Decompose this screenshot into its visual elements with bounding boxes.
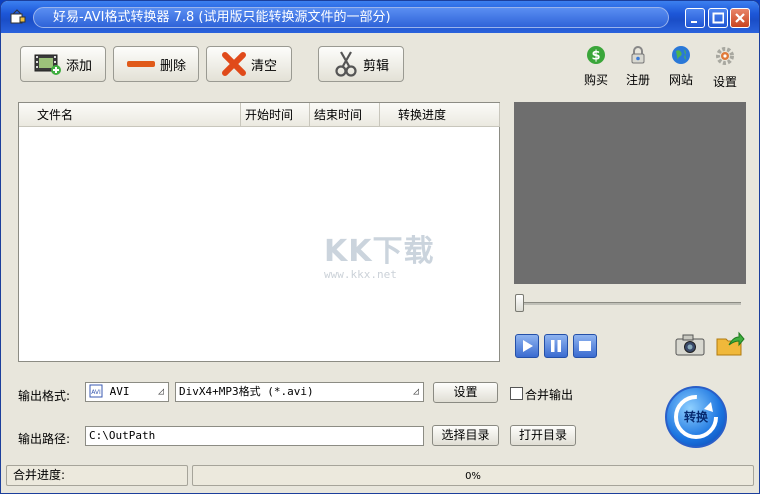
dropdown-arrow-icon: ◿	[412, 386, 419, 397]
stop-button[interactable]	[573, 334, 597, 358]
format-value: AVI	[109, 385, 130, 398]
buy-label: 购买	[583, 73, 608, 87]
delete-label: 删除	[159, 58, 186, 74]
merge-output-label: 合并输出	[525, 388, 574, 402]
title-bar[interactable]: 好易-AVI格式转换器 7.8 (试用版只能转换源文件的一部分)	[1, 1, 759, 33]
minimize-button[interactable]	[685, 8, 705, 28]
avi-file-icon: AVI	[89, 384, 103, 398]
website-label: 网站	[668, 73, 693, 87]
settings-label: 设置	[712, 75, 737, 89]
settings-button[interactable]: 设置	[708, 45, 742, 90]
stop-icon	[579, 341, 591, 351]
column-start-time[interactable]: 开始时间	[241, 103, 310, 127]
output-format-label: 输出格式:	[18, 389, 71, 403]
scissors-icon	[335, 51, 357, 77]
convert-button[interactable]: 转换	[665, 386, 727, 448]
close-button[interactable]	[730, 8, 750, 28]
window-title: 好易-AVI格式转换器 7.8 (试用版只能转换源文件的一部分)	[53, 10, 391, 25]
play-icon	[523, 340, 533, 352]
watermark: KK下载 www.kkx.net	[324, 226, 435, 281]
gear-icon	[716, 47, 734, 65]
watermark-brand: KK下载	[324, 234, 435, 269]
progress-bar: 0%	[192, 465, 754, 486]
film-add-icon	[34, 54, 61, 75]
merge-progress-label: 合并进度:	[6, 465, 188, 486]
open-dir-button[interactable]: 打开目录	[510, 425, 576, 446]
snapshot-button[interactable]	[675, 333, 705, 360]
column-progress[interactable]: 转换进度	[380, 103, 500, 127]
column-end-time[interactable]: 结束时间	[310, 103, 380, 127]
add-label: 添加	[65, 58, 92, 74]
close-icon	[735, 13, 745, 23]
seek-slider-track[interactable]	[515, 302, 741, 305]
output-path-input[interactable]: C:\OutPath	[85, 426, 424, 446]
choose-dir-button[interactable]: 选择目录	[432, 425, 499, 446]
camera-icon	[675, 334, 705, 356]
buy-button[interactable]: $ 购买	[579, 45, 613, 88]
column-filename[interactable]: 文件名	[19, 103, 241, 127]
minimize-icon	[691, 21, 697, 23]
lock-icon	[631, 46, 645, 64]
dropdown-arrow-icon: ◿	[157, 386, 164, 397]
clear-button[interactable]: 清空	[206, 46, 292, 82]
format-combo[interactable]: AVI AVI ◿	[85, 382, 169, 402]
register-button[interactable]: 注册	[621, 45, 655, 88]
svg-text:AVI: AVI	[91, 389, 101, 396]
progress-text: 0%	[465, 471, 481, 482]
x-icon	[221, 52, 246, 76]
add-button[interactable]: 添加	[20, 46, 106, 82]
file-list-header: 文件名 开始时间 结束时间 转换进度	[19, 103, 500, 127]
format-desc-combo[interactable]: DivX4+MP3格式 (*.avi) ◿	[175, 382, 424, 402]
format-desc: DivX4+MP3格式 (*.avi)	[179, 385, 314, 398]
pause-button[interactable]	[544, 334, 568, 358]
register-label: 注册	[625, 73, 650, 87]
delete-button[interactable]: 删除	[113, 46, 199, 82]
app-window: 好易-AVI格式转换器 7.8 (试用版只能转换源文件的一部分) 添加 删除 清…	[0, 0, 760, 494]
svg-text:$: $	[591, 49, 600, 64]
maximize-button[interactable]	[708, 8, 728, 28]
play-button[interactable]	[515, 334, 539, 358]
cut-label: 剪辑	[362, 58, 389, 74]
website-button[interactable]: 网站	[664, 45, 698, 88]
app-icon	[10, 9, 26, 24]
convert-label: 转换	[683, 410, 708, 424]
video-preview	[514, 102, 746, 284]
globe-icon	[672, 46, 690, 64]
minus-icon	[126, 61, 155, 67]
format-settings-button[interactable]: 设置	[433, 382, 498, 403]
merge-output-checkbox[interactable]	[510, 387, 523, 400]
status-bar: 合并进度: 0%	[1, 463, 759, 493]
seek-slider-thumb[interactable]	[515, 294, 524, 312]
pause-icon	[551, 340, 561, 352]
maximize-icon	[712, 12, 724, 24]
cut-button[interactable]: 剪辑	[318, 46, 404, 82]
dollar-icon: $	[587, 46, 605, 64]
output-path-label: 输出路径:	[18, 432, 71, 446]
folder-export-icon	[716, 331, 745, 356]
open-folder-button[interactable]	[715, 331, 745, 360]
clear-label: 清空	[250, 58, 277, 74]
